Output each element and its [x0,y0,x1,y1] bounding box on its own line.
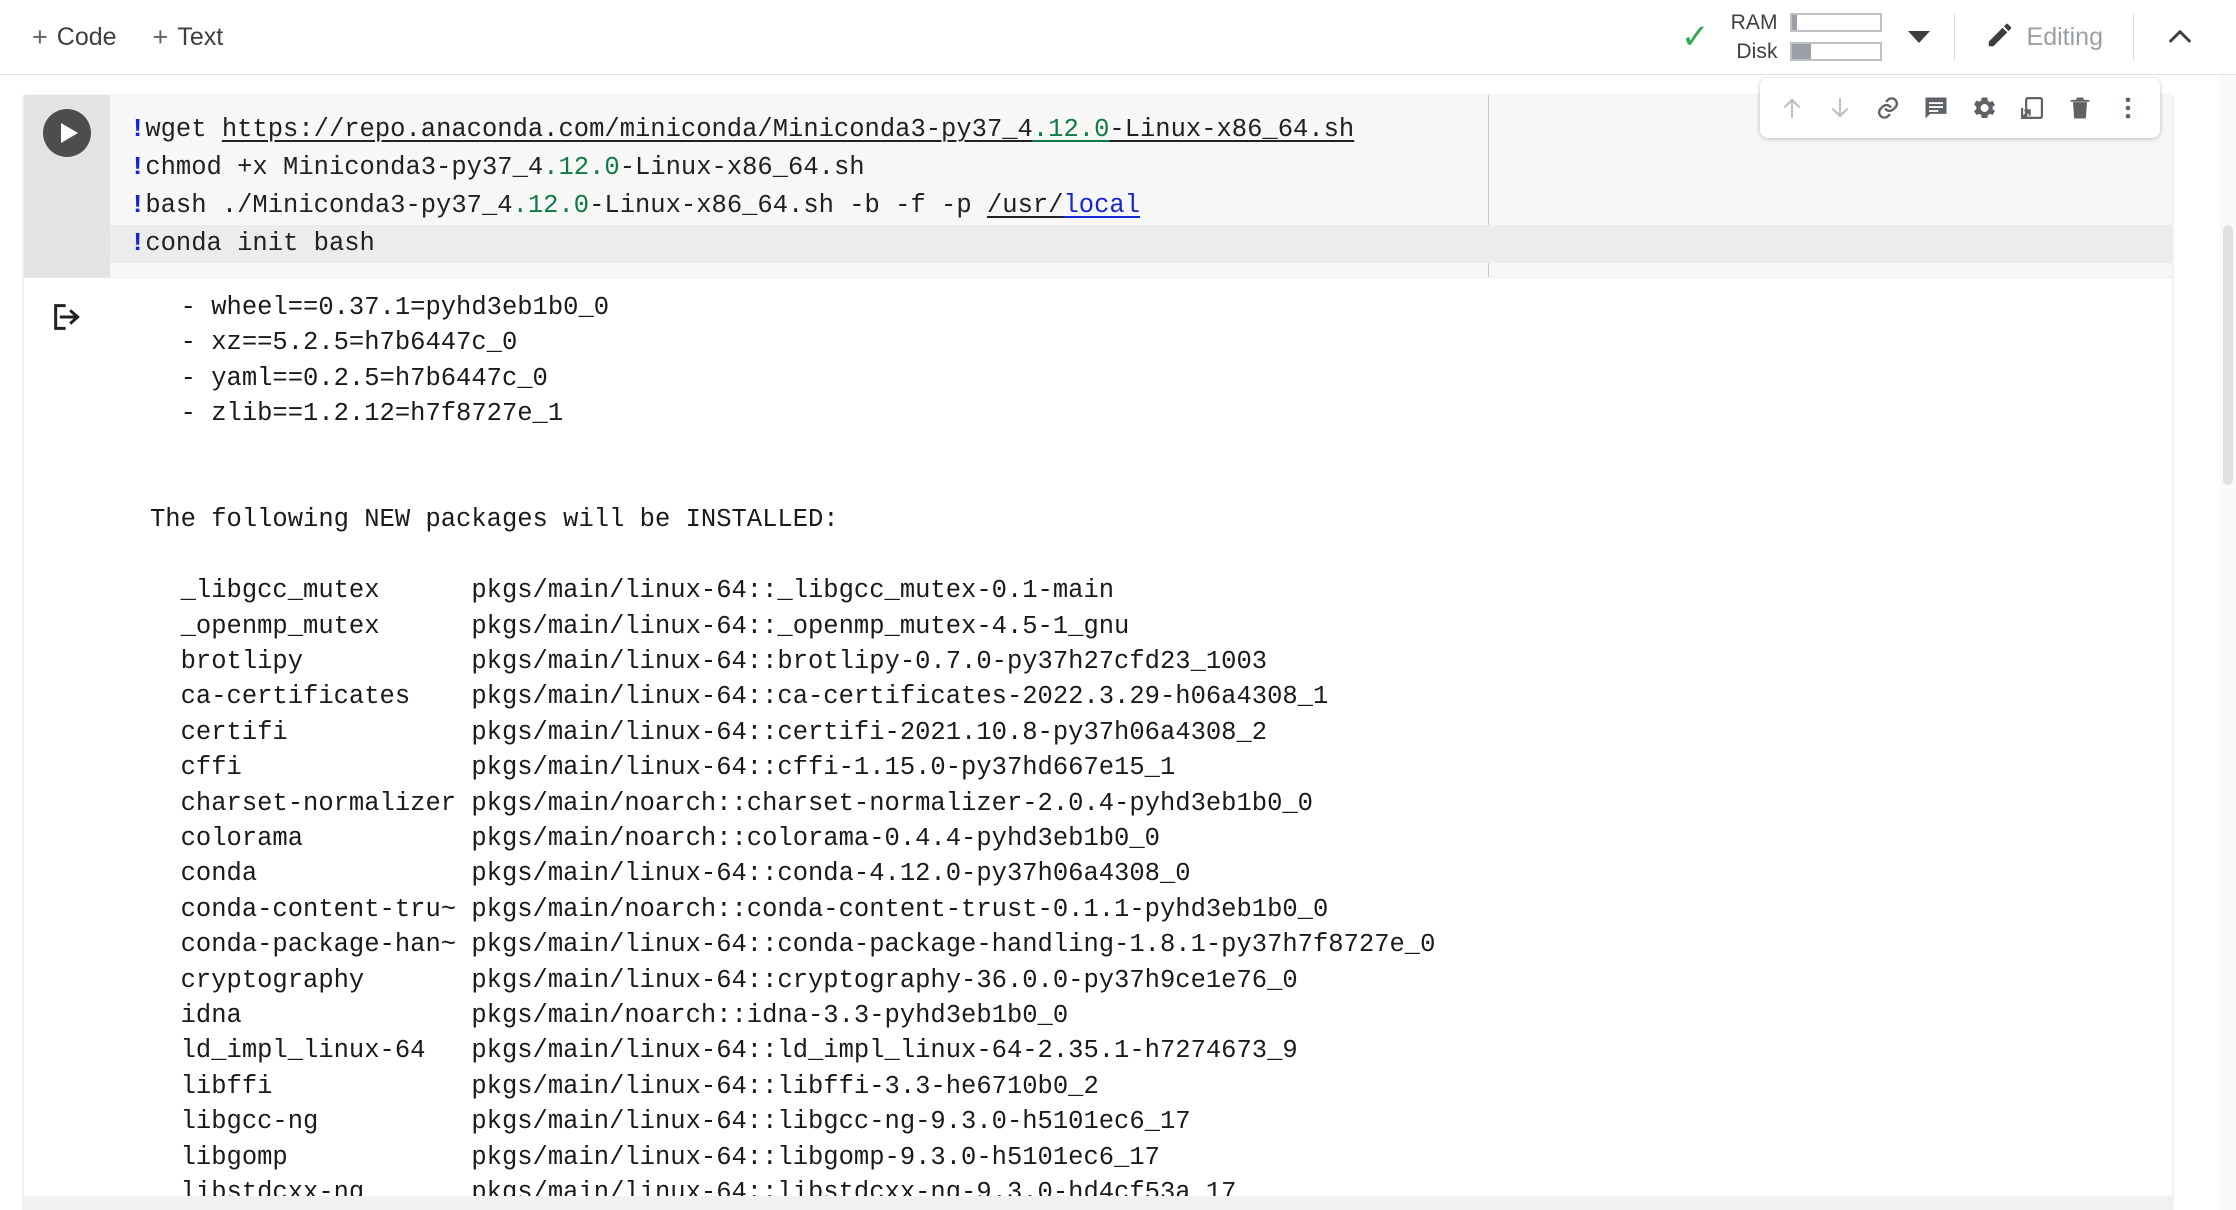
output-line: - yaml==0.2.5=h7b6447c_0 [150,363,548,393]
output-line: ca-certificates pkgs/main/linux-64::ca-c… [150,682,1329,712]
code-token-plain: -Linux-x86_64.sh [619,153,865,182]
output-line: ld_impl_linux-64 pkgs/main/linux-64::ld_… [150,1036,1298,1066]
code-token-bang: ! [130,153,146,182]
resource-meters[interactable]: RAM Disk [1722,11,1882,64]
mirror-cell-icon[interactable] [2008,84,2056,132]
page-scrollbar-thumb[interactable] [2223,225,2233,485]
output-line: conda pkgs/main/linux-64::conda-4.12.0-p… [150,859,1191,889]
output-line: libgcc-ng pkgs/main/linux-64::libgcc-ng-… [150,1107,1191,1137]
move-cell-down-icon[interactable] [1816,84,1864,132]
output-line: libffi pkgs/main/linux-64::libffi-3.3-he… [150,1071,1099,1101]
move-cell-up-icon[interactable] [1768,84,1816,132]
toolbar-left-group: + Code + Text [0,16,237,59]
cell-settings-icon[interactable] [1960,84,2008,132]
plus-icon: + [152,21,169,52]
code-cell: !wget https://repo.anaconda.com/minicond… [24,78,2172,1210]
code-token-bang: ! [130,191,146,220]
output-line: cryptography pkgs/main/linux-64::cryptog… [150,965,1298,995]
add-code-cell-label: Code [56,22,117,51]
add-text-cell-button[interactable]: + Text [139,16,238,59]
notebook-toolbar: + Code + Text ✓ RAM Disk Editing [0,0,2236,75]
colab-notebook-page: + Code + Text ✓ RAM Disk Editing !wget h… [0,0,2236,1210]
code-token-plain: wget [145,115,222,144]
output-line: colorama pkgs/main/noarch::colorama-0.4.… [150,824,1160,854]
output-blank-line [150,467,2172,502]
output-line: certifi pkgs/main/linux-64::certifi-2021… [150,717,1268,747]
code-line[interactable]: !conda init bash [110,225,2172,263]
more-cell-actions-icon[interactable] [2104,84,2152,132]
output-line: brotlipy pkgs/main/linux-64::brotlipy-0.… [150,647,1268,677]
disk-label: Disk [1736,39,1778,63]
disk-meter-bar [1789,42,1882,61]
code-token-bang: ! [130,115,146,144]
collapse-toolbar-button[interactable] [2134,21,2216,53]
output-gutter [24,278,110,1210]
code-token-num: .12.0 [543,153,620,182]
editing-mode-label: Editing [2026,22,2103,51]
add-text-cell-label: Text [177,22,224,51]
ram-label: RAM [1730,10,1778,34]
output-line: conda-package-han~ pkgs/main/linux-64::c… [150,930,1436,960]
output-line: The following NEW packages will be INSTA… [150,505,839,535]
output-line: charset-normalizer pkgs/main/noarch::cha… [150,788,1313,818]
cell-run-gutter [24,95,110,277]
connected-check-icon: ✓ [1681,18,1710,56]
output-blank-line [150,432,2172,467]
plus-icon: + [32,21,48,52]
cell-output-region: - wheel==0.37.1=pyhd3eb1b0_0 - xz==5.2.5… [24,277,2172,1210]
ram-meter-fill [1791,15,1797,30]
code-line[interactable]: !chmod +x Miniconda3-py37_4.12.0-Linux-x… [110,149,2172,187]
output-horizontal-scrollbar[interactable] [24,1196,2172,1210]
code-line[interactable]: !bash ./Miniconda3-py37_4.12.0-Linux-x86… [110,187,2172,225]
output-line: - zlib==1.2.12=h7f8727e_1 [150,399,564,429]
disk-meter-fill [1791,44,1811,59]
link-to-cell-icon[interactable] [1864,84,1912,132]
ram-meter-row: RAM [1722,11,1882,35]
output-line: libgomp pkgs/main/linux-64::libgomp-9.3.… [150,1142,1160,1172]
code-token-link[interactable]: local [1063,191,1140,220]
output-blank-line [150,538,2172,573]
notebook-scroll-area: !wget https://repo.anaconda.com/minicond… [0,75,2236,1210]
code-token-plain: chmod +x Miniconda3-py37_4 [145,153,544,182]
toolbar-right-group: ✓ RAM Disk Editing [1681,11,2236,64]
code-token-plain: bash ./Miniconda3-py37_4 [145,191,513,220]
output-text: - wheel==0.37.1=pyhd3eb1b0_0 - xz==5.2.5… [110,278,2172,1210]
disk-meter-row: Disk [1722,40,1882,64]
editing-mode-button[interactable]: Editing [1955,20,2133,55]
output-arrow-icon [50,300,84,1210]
code-token-url[interactable]: /usr/ [987,191,1064,220]
code-token-plain: -Linux-x86_64.sh -b -f -p [589,191,987,220]
output-line: _libgcc_mutex pkgs/main/linux-64::_libgc… [150,576,1115,606]
pencil-icon [1985,20,2015,55]
chevron-down-icon[interactable] [1907,31,1930,43]
cell-action-toolbar [1760,78,2160,138]
code-token-num: .12.0 [512,191,590,220]
code-token-url[interactable]: https://repo.anaconda.com/miniconda/Mini… [222,115,1033,144]
add-comment-icon[interactable] [1912,84,1960,132]
ram-meter-bar [1789,13,1882,32]
output-line: - wheel==0.37.1=pyhd3eb1b0_0 [150,293,610,322]
delete-cell-icon[interactable] [2056,84,2104,132]
play-icon [61,123,78,143]
code-token-url[interactable]: -Linux-x86_64.sh [1109,115,1354,144]
code-token-bang: ! [130,229,146,258]
output-line: idna pkgs/main/noarch::idna-3.3-pyhd3eb1… [150,1001,1069,1031]
output-line: cffi pkgs/main/linux-64::cffi-1.15.0-py3… [150,753,1176,783]
output-line: conda-content-tru~ pkgs/main/noarch::con… [150,894,1329,924]
code-token-plain: conda init bash [145,229,375,258]
run-cell-button[interactable] [43,109,91,157]
output-line: - xz==5.2.5=h7b6447c_0 [150,328,518,358]
page-scrollbar-track[interactable] [2220,75,2236,1210]
output-line: _openmp_mutex pkgs/main/linux-64::_openm… [150,611,1130,641]
add-code-cell-button[interactable]: + Code [18,16,131,59]
code-token-url-num: .12.0 [1032,115,1110,144]
